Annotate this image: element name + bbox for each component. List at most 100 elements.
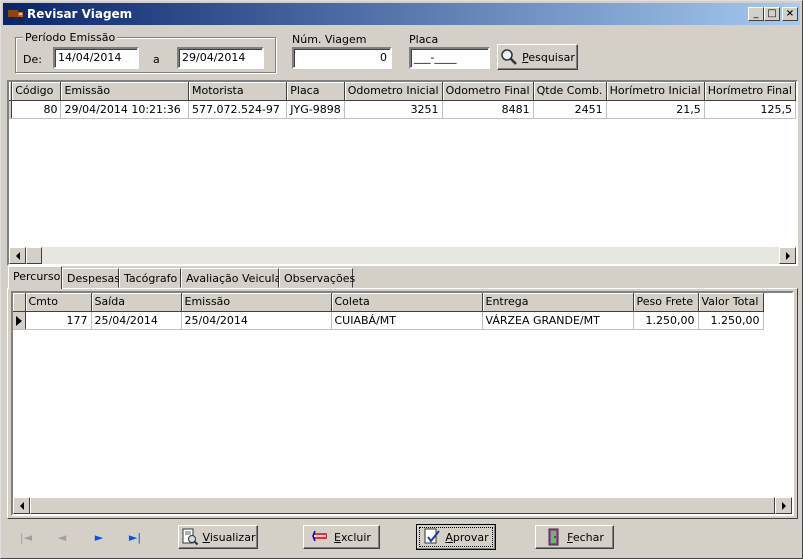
prior-record-icon: ◄	[57, 530, 67, 544]
first-record-icon: |◄	[19, 530, 33, 544]
pesquisar-button[interactable]: Pesquisar	[497, 44, 578, 70]
scroll-left-icon	[19, 501, 24, 510]
table-row[interactable]: 80 29/04/2014 10:21:36 577.072.524-97 JY…	[9, 100, 796, 119]
num-viagem-field[interactable]: 0	[292, 47, 392, 69]
current-row-indicator	[13, 311, 26, 330]
cell-valor-total[interactable]: 1.250,00	[698, 311, 764, 330]
scroll-right-icon	[781, 501, 786, 510]
maximize-button[interactable]: □	[764, 7, 780, 21]
percurso-grid[interactable]: Cmto Saída Emissão Coleta Entrega Peso F…	[11, 291, 794, 516]
tab-despesas[interactable]: Despesas	[62, 268, 120, 288]
column-header-emissao[interactable]: Emissão	[181, 293, 332, 312]
cell-placa[interactable]: JYG-9898	[286, 100, 345, 119]
cell-emissao[interactable]: 29/04/2014 10:21:36	[60, 100, 189, 119]
scroll-left-button[interactable]	[13, 497, 30, 514]
cell-emissao[interactable]: 25/04/2014	[181, 311, 332, 330]
excluir-button[interactable]: Excluir	[303, 525, 380, 549]
next-record-icon: ►	[94, 530, 104, 544]
last-record-button[interactable]: ►|	[122, 525, 148, 549]
cell-odometro-inicial[interactable]: 3251	[344, 100, 443, 119]
revisar-viagem-window: Revisar Viagem _ □ × Período Emissão De:…	[0, 0, 803, 559]
column-header-entrega[interactable]: Entrega	[482, 293, 634, 312]
scroll-right-button[interactable]	[779, 247, 796, 264]
cell-codigo[interactable]: 80	[11, 100, 62, 119]
minimize-button[interactable]: _	[748, 7, 764, 21]
tab-avaliacao-veicular[interactable]: Avaliação Veicular	[181, 268, 286, 288]
column-header-emissao[interactable]: Emissão	[60, 82, 189, 101]
percurso-horizontal-scrollbar[interactable]	[13, 497, 792, 514]
column-header-peso-frete[interactable]: Peso Frete	[633, 293, 699, 312]
viagens-grid[interactable]: Código Emissão Motorista Placa Odometro …	[7, 80, 798, 266]
visualizar-label: Visualizar	[202, 530, 256, 544]
tab-observacoes[interactable]: Observações	[279, 268, 355, 288]
table-row[interactable]: 177 25/04/2014 25/04/2014 CUIABÁ/MT VÁRZ…	[13, 311, 764, 330]
fechar-button[interactable]: Fechar	[535, 525, 614, 549]
cell-qtde-comb[interactable]: 2451	[533, 100, 607, 119]
cell-peso-frete[interactable]: 1.250,00	[633, 311, 699, 330]
column-header-coleta[interactable]: Coleta	[331, 293, 483, 312]
scroll-right-icon	[785, 251, 790, 260]
delete-icon	[312, 530, 328, 542]
minimize-icon: _	[753, 8, 759, 19]
close-icon: ×	[785, 8, 795, 19]
truck-app-icon	[8, 10, 23, 21]
data-inicio-field[interactable]: 14/04/2014	[53, 47, 139, 69]
scroll-left-button[interactable]	[9, 247, 26, 264]
cell-coleta[interactable]: CUIABÁ/MT	[331, 311, 483, 330]
column-header-horimetro-final[interactable]: Horímetro Final	[704, 82, 796, 101]
next-record-button[interactable]: ►	[86, 525, 112, 549]
de-label: De:	[23, 53, 42, 66]
viagens-horizontal-scrollbar[interactable]	[9, 247, 796, 264]
aprovar-label: Aprovar	[445, 530, 489, 544]
periodo-emissao-label: Período Emissão	[23, 31, 118, 44]
cell-horimetro-inicial[interactable]: 21,5	[606, 100, 705, 119]
column-header-odometro-inicial[interactable]: Odometro Inicial	[344, 82, 443, 101]
column-header-qtde-comb[interactable]: Qtde Comb.	[533, 82, 607, 101]
column-header-saida[interactable]: Saída	[91, 293, 182, 312]
percurso-tab-panel: Cmto Saída Emissão Coleta Entrega Peso F…	[7, 288, 798, 519]
preview-icon	[182, 528, 198, 546]
first-record-button[interactable]: |◄	[13, 525, 39, 549]
exit-door-icon	[548, 528, 559, 546]
pesquisar-label: Pesquisar	[522, 50, 575, 64]
prior-record-button[interactable]: ◄	[49, 525, 75, 549]
scroll-thumb[interactable]	[26, 247, 42, 264]
aprovar-button[interactable]: Aprovar	[416, 524, 496, 550]
approve-icon	[424, 528, 441, 544]
cell-motorista[interactable]: 577.072.524-97	[188, 100, 288, 119]
row-arrow-icon	[16, 315, 22, 326]
fechar-label: Fechar	[567, 530, 604, 544]
scroll-thumb[interactable]	[30, 497, 775, 514]
viagens-table: Código Emissão Motorista Placa Odometro …	[9, 82, 796, 119]
cell-saida[interactable]: 25/04/2014	[91, 311, 182, 330]
current-row-indicator	[9, 100, 13, 119]
cell-odometro-final[interactable]: 8481	[442, 100, 534, 119]
window-title: Revisar Viagem	[27, 7, 133, 21]
title-bar[interactable]: Revisar Viagem _ □ ×	[3, 3, 800, 25]
excluir-label: Excluir	[334, 530, 371, 544]
column-header-motorista[interactable]: Motorista	[188, 82, 288, 101]
column-header-valor-total[interactable]: Valor Total	[698, 293, 764, 312]
cell-cmto[interactable]: 177	[25, 311, 92, 330]
magnifier-icon	[501, 49, 517, 65]
placa-label: Placa	[409, 33, 439, 46]
cell-horimetro-final[interactable]: 125,5	[704, 100, 796, 119]
column-header-cmto[interactable]: Cmto	[25, 293, 92, 312]
last-record-icon: ►|	[128, 530, 142, 544]
placa-field[interactable]: ___-____	[409, 47, 490, 69]
scroll-right-button[interactable]	[775, 497, 792, 514]
maximize-icon: □	[767, 8, 777, 19]
tab-percurso[interactable]: Percurso	[8, 266, 62, 289]
data-fim-field[interactable]: 29/04/2014	[177, 47, 264, 69]
visualizar-button[interactable]: Visualizar	[178, 525, 258, 549]
row-indicator-header	[13, 293, 26, 312]
tab-tacografo[interactable]: Tacógrafo	[119, 268, 181, 288]
num-viagem-label: Núm. Viagem	[292, 33, 367, 46]
column-header-codigo[interactable]: Código	[11, 82, 62, 101]
column-header-placa[interactable]: Placa	[286, 82, 345, 101]
column-header-horimetro-inicial[interactable]: Horímetro Inicial	[606, 82, 705, 101]
cell-entrega[interactable]: VÁRZEA GRANDE/MT	[482, 311, 634, 330]
viagens-header-row: Código Emissão Motorista Placa Odometro …	[9, 82, 796, 101]
close-button[interactable]: ×	[782, 7, 798, 21]
column-header-odometro-final[interactable]: Odometro Final	[442, 82, 534, 101]
